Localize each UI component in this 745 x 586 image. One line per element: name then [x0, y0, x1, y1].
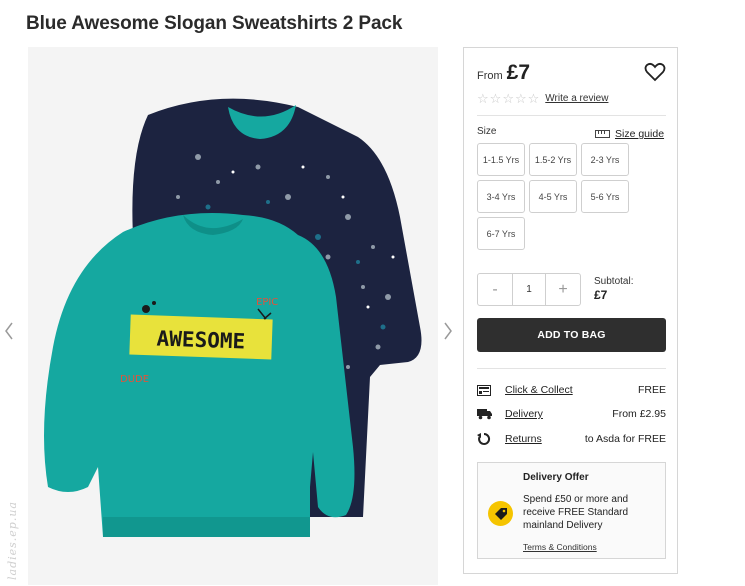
sweatshirts-illustration: AWESOME EPIC DUDE	[44, 98, 422, 537]
quantity-stepper: - +	[477, 273, 581, 306]
terms-conditions-link[interactable]: Terms & Conditions	[523, 542, 597, 552]
product-image: AWESOME EPIC DUDE	[28, 47, 438, 585]
size-option[interactable]: 3-4 Yrs	[477, 180, 525, 213]
ruler-icon	[595, 130, 610, 138]
star-icon: ☆	[502, 91, 514, 106]
quantity-decrease-button[interactable]: -	[478, 274, 512, 305]
delivery-price: From £2.95	[612, 408, 666, 420]
size-option[interactable]: 6-7 Yrs	[477, 217, 525, 250]
purchase-panel: From £7 ☆ ☆ ☆ ☆ ☆ Write a review Size Si…	[463, 47, 678, 574]
add-to-bag-button[interactable]: ADD TO BAG	[477, 318, 666, 352]
offer-title: Delivery Offer	[523, 472, 589, 483]
star-rating: ☆ ☆ ☆ ☆ ☆	[477, 92, 539, 105]
chevron-right-icon	[444, 322, 452, 340]
click-collect-link[interactable]: Click & Collect	[505, 384, 638, 396]
print-bottom-text: DUDE	[120, 374, 149, 385]
quantity-increase-button[interactable]: +	[546, 274, 580, 305]
gallery-next-button[interactable]	[441, 320, 455, 342]
price-prefix: From	[477, 70, 503, 82]
print-top-text: EPIC	[256, 297, 278, 308]
star-icon: ☆	[489, 91, 502, 106]
returns-row: Returns to Asda for FREE	[477, 431, 666, 447]
page-title: Blue Awesome Slogan Sweatshirts 2 Pack	[26, 13, 403, 34]
size-guide-link[interactable]: Size guide	[595, 128, 664, 140]
returns-info: to Asda for FREE	[584, 433, 666, 445]
size-guide-label: Size guide	[615, 128, 665, 140]
star-icon: ☆	[477, 91, 489, 106]
returns-icon	[477, 432, 495, 446]
truck-icon	[477, 408, 495, 420]
divider	[477, 368, 666, 369]
gallery-prev-button[interactable]	[2, 320, 16, 342]
size-option[interactable]: 1.5-2 Yrs	[529, 143, 577, 176]
click-collect-row: Click & Collect FREE	[477, 382, 666, 398]
rating-row: ☆ ☆ ☆ ☆ ☆ Write a review	[477, 92, 608, 105]
price: £7	[506, 61, 531, 84]
size-option[interactable]: 4-5 Yrs	[529, 180, 577, 213]
wishlist-button[interactable]	[644, 62, 666, 82]
offer-text: Spend £50 or more and receive FREE Stand…	[523, 494, 629, 531]
teal-sweatshirt: AWESOME EPIC DUDE	[44, 213, 355, 537]
print-main-text: AWESOME	[156, 326, 245, 353]
returns-link[interactable]: Returns	[505, 433, 585, 445]
divider	[477, 115, 666, 116]
size-option[interactable]: 5-6 Yrs	[581, 180, 629, 213]
size-label: Size	[477, 126, 497, 137]
size-option[interactable]: 1-1.5 Yrs	[477, 143, 525, 176]
subtotal-value: £7	[594, 288, 608, 302]
subtotal-label: Subtotal:	[594, 276, 634, 287]
chevron-left-icon	[5, 322, 13, 340]
subtotal: Subtotal: £7	[594, 276, 633, 302]
price-row: From £7	[477, 61, 530, 85]
size-option[interactable]: 2-3 Yrs	[581, 143, 629, 176]
star-icon: ☆	[514, 91, 527, 106]
heart-icon	[644, 62, 666, 82]
delivery-row: Delivery From £2.95	[477, 406, 666, 422]
delivery-offer-box: Delivery Offer Spend £50 or more and rec…	[477, 462, 666, 559]
delivery-link[interactable]: Delivery	[505, 408, 612, 420]
store-icon	[477, 384, 495, 396]
tag-icon	[488, 501, 513, 526]
write-review-link[interactable]: Write a review	[545, 93, 608, 104]
watermark: ladies.ep.ua	[6, 501, 19, 580]
star-icon: ☆	[527, 91, 540, 106]
size-options: 1-1.5 Yrs 1.5-2 Yrs 2-3 Yrs 3-4 Yrs 4-5 …	[477, 143, 637, 250]
click-collect-price: FREE	[637, 384, 666, 396]
quantity-input[interactable]	[512, 274, 546, 305]
